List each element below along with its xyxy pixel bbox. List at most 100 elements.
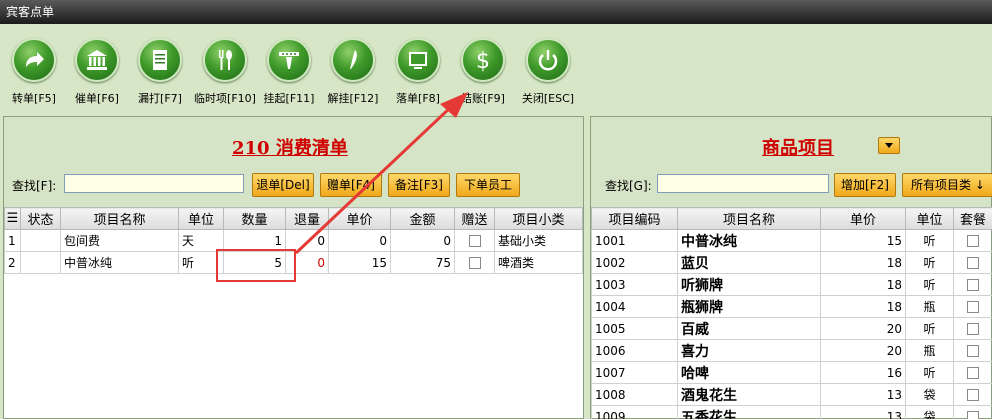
product-code: 1005 xyxy=(591,317,678,340)
list-item[interactable]: 1009 五香花生 13 袋 xyxy=(591,405,992,419)
transfer-order-label: 转单[F5] xyxy=(12,92,56,105)
product-combo-cell xyxy=(953,273,992,296)
close-label: 关闭[ESC] xyxy=(521,92,575,105)
list-item[interactable]: 1004 瓶狮牌 18 瓶 xyxy=(591,295,992,318)
product-name: 蓝贝 xyxy=(677,251,821,274)
checkout-label: 结账[F9] xyxy=(461,92,505,105)
note-button[interactable]: 备注[F3] xyxy=(388,173,450,197)
annotation-highlight-box xyxy=(216,249,296,282)
product-combo-cell xyxy=(953,251,992,274)
unsuspend-label: 解挂[F12] xyxy=(327,92,379,105)
product-panel: 商品项目 查找[G]: 增加[F2] 所有项目类 ↓ 项目编码 项目名称 单价 … xyxy=(590,116,992,419)
product-name: 酒鬼花生 xyxy=(677,383,821,406)
gift-checkbox[interactable] xyxy=(468,257,481,269)
product-code: 1002 xyxy=(591,251,678,274)
list-item[interactable]: 1002 蓝贝 18 听 xyxy=(591,251,992,274)
product-unit: 袋 xyxy=(905,383,954,406)
checkout-button[interactable]: $ 结账[F9] xyxy=(452,38,514,106)
product-unit: 听 xyxy=(905,251,954,274)
product-code: 1007 xyxy=(591,361,678,384)
product-unit: 瓶 xyxy=(905,339,954,362)
power-icon xyxy=(526,38,570,82)
transfer-order-button[interactable]: 转单[F5] xyxy=(3,38,65,106)
product-code: 1001 xyxy=(591,229,678,252)
col-status[interactable]: 状态 xyxy=(20,207,61,230)
combo-checkbox[interactable] xyxy=(967,279,979,291)
toolbar: 转单[F5] 催单[F6] 漏打[F7] 临时项[F10] 挂起[F11] 解挂… xyxy=(0,24,992,112)
combo-checkbox[interactable] xyxy=(967,301,979,313)
suspend-button[interactable]: 挂起[F11] xyxy=(258,38,320,106)
pen-icon xyxy=(331,38,375,82)
temp-item-button[interactable]: 临时项[F10] xyxy=(194,38,256,106)
list-item[interactable]: 1006 喜力 20 瓶 xyxy=(591,339,992,362)
product-panel-dropdown-button[interactable] xyxy=(878,137,900,154)
col-gift[interactable]: 赠送 xyxy=(454,207,495,230)
product-table-header: 项目编码 项目名称 单价 单位 套餐 xyxy=(591,207,992,230)
row-status xyxy=(20,251,61,274)
combo-checkbox[interactable] xyxy=(967,367,979,379)
row-category: 基础小类 xyxy=(494,229,583,252)
product-price: 13 xyxy=(820,405,906,419)
product-unit: 听 xyxy=(905,229,954,252)
product-unit: 瓶 xyxy=(905,295,954,318)
product-search-input[interactable] xyxy=(657,174,829,193)
combo-checkbox[interactable] xyxy=(967,411,979,419)
order-search-input[interactable] xyxy=(64,174,244,193)
product-code: 1008 xyxy=(591,383,678,406)
col-amount[interactable]: 金额 xyxy=(390,207,455,230)
list-item[interactable]: 1001 中普冰纯 15 听 xyxy=(591,229,992,252)
svg-text:$: $ xyxy=(476,49,490,73)
col-unit-price[interactable]: 单价 xyxy=(328,207,391,230)
combo-checkbox[interactable] xyxy=(967,235,979,247)
list-item[interactable]: 1003 听狮牌 18 听 xyxy=(591,273,992,296)
col-unit[interactable]: 单位 xyxy=(178,207,224,230)
product-combo-cell xyxy=(953,383,992,406)
order-panel-title: 210 消费清单 xyxy=(232,138,348,159)
place-order-button[interactable]: 落单[F8] xyxy=(387,38,449,106)
combo-checkbox[interactable] xyxy=(967,389,979,401)
order-search-label: 查找[F]: xyxy=(12,179,57,193)
col-product-name[interactable]: 项目名称 xyxy=(677,207,821,230)
row-index: 2 xyxy=(4,251,21,274)
row-amount: 0 xyxy=(390,229,455,252)
col-product-combo[interactable]: 套餐 xyxy=(953,207,992,230)
gift-order-button[interactable]: 赠单[F4] xyxy=(320,173,382,197)
window-titlebar: 宾客点单 xyxy=(0,0,992,24)
rush-order-button[interactable]: 催单[F6] xyxy=(66,38,128,106)
place-order-label: 落单[F8] xyxy=(396,92,440,105)
add-product-button[interactable]: 增加[F2] xyxy=(834,173,896,197)
product-name: 喜力 xyxy=(677,339,821,362)
list-item[interactable]: 1007 哈啤 16 听 xyxy=(591,361,992,384)
gift-checkbox[interactable] xyxy=(468,235,481,247)
row-unit-price: 15 xyxy=(328,251,391,274)
unsuspend-button[interactable]: 解挂[F12] xyxy=(322,38,384,106)
product-price: 18 xyxy=(820,273,906,296)
combo-checkbox[interactable] xyxy=(967,323,979,335)
product-panel-title: 商品项目 xyxy=(762,138,834,159)
close-button[interactable]: 关闭[ESC] xyxy=(517,38,579,106)
product-price: 16 xyxy=(820,361,906,384)
row-unit-price: 0 xyxy=(328,229,391,252)
product-category-select[interactable]: 所有项目类 ↓ xyxy=(902,173,992,197)
reprint-button[interactable]: 漏打[F7] xyxy=(129,38,191,106)
product-search-label: 查找[G]: xyxy=(605,179,652,193)
list-item[interactable]: 1008 酒鬼花生 13 袋 xyxy=(591,383,992,406)
list-item[interactable]: 1005 百威 20 听 xyxy=(591,317,992,340)
col-product-code[interactable]: 项目编码 xyxy=(591,207,678,230)
col-category[interactable]: 项目小类 xyxy=(494,207,583,230)
col-quantity[interactable]: 数量 xyxy=(223,207,286,230)
combo-checkbox[interactable] xyxy=(967,257,979,269)
dollar-icon: $ xyxy=(461,38,505,82)
col-item-name[interactable]: 项目名称 xyxy=(60,207,179,230)
row-status xyxy=(20,229,61,252)
refund-order-button[interactable]: 退单[Del] xyxy=(252,173,314,197)
product-combo-cell xyxy=(953,339,992,362)
product-combo-cell xyxy=(953,317,992,340)
product-price: 20 xyxy=(820,339,906,362)
product-name: 五香花生 xyxy=(677,405,821,419)
col-product-price[interactable]: 单价 xyxy=(820,207,906,230)
col-product-unit[interactable]: 单位 xyxy=(905,207,954,230)
combo-checkbox[interactable] xyxy=(967,345,979,357)
order-staff-button[interactable]: 下单员工 xyxy=(456,173,520,197)
col-return-qty[interactable]: 退量 xyxy=(285,207,329,230)
